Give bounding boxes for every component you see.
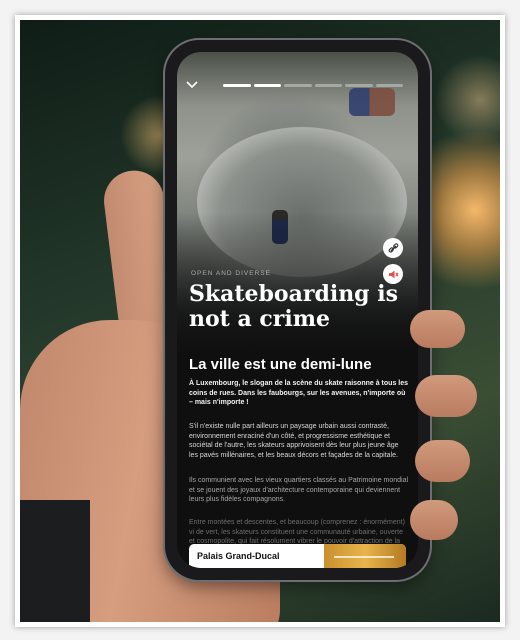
article-paragraph: Ils communient avec les vieux quartiers … (189, 477, 409, 503)
spectators (349, 88, 395, 116)
card-title: Palais Grand-Ducal (197, 551, 280, 561)
smartphone: OPEN AND DIVERSE Skateboarding is not a … (165, 40, 430, 580)
chevron-down-icon[interactable] (185, 80, 199, 90)
article-lead: À Luxembourg, le slogan de la scène du s… (189, 380, 409, 406)
share-button[interactable] (383, 238, 403, 258)
progress-segment (223, 84, 251, 87)
progress-segment (253, 84, 281, 87)
progress-segment (314, 84, 342, 87)
watch-band (20, 500, 90, 622)
photo-scene: OPEN AND DIVERSE Skateboarding is not a … (20, 20, 500, 622)
article-paragraph: S'il n'existe nulle part ailleurs un pay… (189, 423, 399, 459)
progress-segment (284, 84, 312, 87)
progress-segment (345, 84, 373, 87)
phone-screen: OPEN AND DIVERSE Skateboarding is not a … (177, 52, 418, 568)
article-subhead: La ville est une demi-lune (189, 356, 372, 373)
finger (410, 500, 458, 540)
finger (410, 310, 465, 348)
progress-segment (375, 84, 403, 87)
card-thumbnail (324, 544, 406, 568)
article-kicker: OPEN AND DIVERSE (191, 270, 271, 277)
speaker-muted-icon (388, 270, 398, 278)
next-story-card[interactable]: Palais Grand-Ducal (189, 544, 406, 568)
link-icon (388, 242, 398, 253)
finger (415, 440, 470, 482)
finger (415, 375, 477, 417)
story-progress (223, 84, 403, 87)
article-headline: Skateboarding is not a crime (189, 281, 398, 332)
